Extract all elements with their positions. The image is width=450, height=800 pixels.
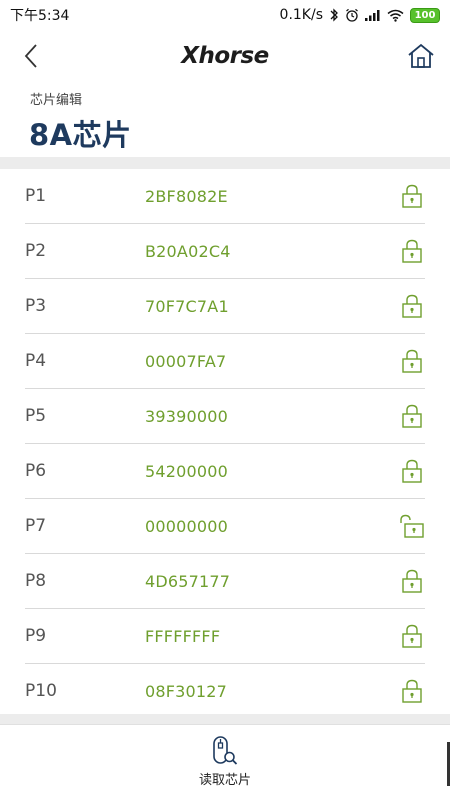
page-row-p10[interactable]: P10 08F30127	[25, 664, 425, 719]
xhorse-logo: Xhorse	[181, 43, 269, 69]
chevron-left-icon	[24, 44, 37, 68]
page-value: 2BF8082E	[145, 186, 228, 206]
wifi-icon	[387, 9, 404, 22]
read-chip-label: 读取芯片	[198, 773, 251, 788]
page-row-p5[interactable]: P5 39390000	[25, 389, 425, 444]
page-value: 70F7C7A1	[145, 296, 229, 316]
page-label: P7	[25, 516, 47, 536]
page-label: P4	[25, 351, 47, 371]
lock-icon[interactable]	[399, 347, 425, 375]
lock-icon[interactable]	[399, 182, 425, 210]
page-row-p7[interactable]: P7 00000000	[25, 499, 425, 554]
page-label: P5	[25, 406, 47, 426]
section-divider	[0, 157, 450, 169]
network-speed: 0.1K/s	[279, 7, 323, 23]
chip-page-list: P1 2BF8082E P2 B20A02C4 P3 70F7C7A1 P4 0…	[0, 169, 450, 719]
lock-icon[interactable]	[399, 292, 425, 320]
lock-icon[interactable]	[399, 567, 425, 595]
page-label: P3	[25, 296, 47, 316]
page-value: 4D657177	[145, 571, 231, 591]
lock-icon[interactable]	[399, 677, 425, 705]
nav-bar: Xhorse	[0, 30, 450, 82]
page-value: FFFFFFFF	[145, 626, 221, 646]
lock-icon[interactable]	[399, 457, 425, 485]
home-button[interactable]	[404, 40, 438, 72]
home-icon	[408, 43, 434, 68]
page-subtitle: 芯片编辑	[30, 93, 83, 108]
bottom-action-bar: 读取芯片	[0, 724, 450, 800]
lock-icon[interactable]	[399, 622, 425, 650]
signal-icon	[365, 9, 381, 21]
battery-icon: 100	[410, 7, 440, 23]
page-label: P6	[25, 461, 47, 481]
page-value: B20A02C4	[145, 241, 231, 261]
back-button[interactable]	[16, 40, 46, 72]
page-label: P1	[25, 186, 47, 206]
page-row-p3[interactable]: P3 70F7C7A1	[25, 279, 425, 334]
page-row-p6[interactable]: P6 54200000	[25, 444, 425, 499]
page-value: 00000000	[145, 516, 229, 536]
page-value: 39390000	[145, 406, 229, 426]
status-time: 下午5:34	[10, 8, 70, 24]
page-label: P2	[25, 241, 47, 261]
page-value: 08F30127	[145, 681, 228, 701]
page-row-p1[interactable]: P1 2BF8082E	[25, 169, 425, 224]
bottom-divider	[0, 714, 450, 724]
status-indicators: 0.1K/s 100	[280, 7, 440, 23]
alarm-icon	[345, 8, 359, 22]
read-chip-button[interactable]: 读取芯片	[185, 735, 265, 795]
page-label: P10	[25, 681, 57, 701]
status-bar: 下午5:34 0.1K/s 100	[0, 0, 450, 30]
bluetooth-icon	[329, 8, 339, 22]
page-title: 8A芯片	[29, 118, 132, 152]
page-row-p2[interactable]: P2 B20A02C4	[25, 224, 425, 279]
unlock-icon[interactable]	[399, 512, 425, 540]
lock-icon[interactable]	[399, 237, 425, 265]
chip-search-icon	[210, 735, 240, 767]
page-value: 54200000	[145, 461, 229, 481]
page-row-p4[interactable]: P4 00007FA7	[25, 334, 425, 389]
page-label: P8	[25, 571, 47, 591]
page-row-p9[interactable]: P9 FFFFFFFF	[25, 609, 425, 664]
page-row-p8[interactable]: P8 4D657177	[25, 554, 425, 609]
page-label: P9	[25, 626, 47, 646]
lock-icon[interactable]	[399, 402, 425, 430]
page-value: 00007FA7	[145, 351, 227, 371]
